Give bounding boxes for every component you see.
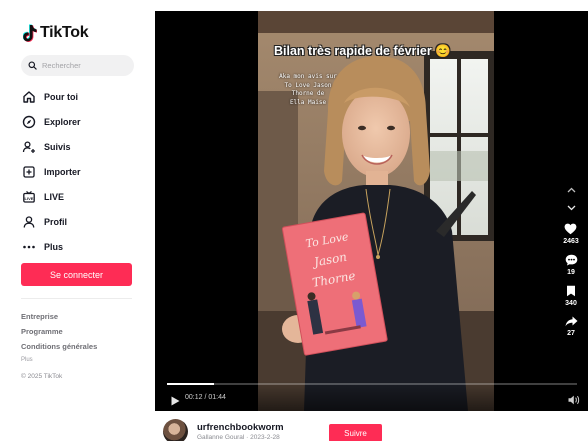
video-caption-title: Bilan très rapide de février 😊 — [274, 44, 451, 58]
upload-icon — [22, 165, 36, 179]
avatar[interactable] — [163, 419, 188, 441]
comment-button[interactable]: 19 — [565, 254, 578, 285]
nav-label: Explorer — [44, 116, 81, 127]
search-icon — [28, 61, 37, 70]
video-still: To Love Jason Thorne — [258, 11, 494, 411]
heart-icon — [565, 223, 577, 235]
tiktok-logo[interactable]: TikTok — [23, 24, 89, 42]
save-button[interactable]: 340 — [565, 285, 577, 316]
copyright-text: © 2025 TikTok — [21, 373, 63, 380]
share-arrow-icon — [565, 316, 577, 327]
login-button[interactable]: Se connecter — [21, 263, 132, 286]
nav-label: Pour toi — [44, 91, 78, 102]
author-details: urfrenchbookworm Gallanne Goural · 2023-… — [197, 422, 284, 441]
footer-link-program[interactable]: Programme — [21, 324, 97, 339]
brand-name: TikTok — [40, 24, 89, 41]
main-nav: Pour toi Explorer Suivis Importer LIVE L… — [22, 84, 142, 259]
previous-video-button[interactable] — [567, 187, 576, 193]
comment-icon — [565, 254, 577, 266]
nav-label: Profil — [44, 216, 68, 227]
home-icon — [22, 90, 36, 104]
chevron-up-icon — [567, 187, 575, 193]
like-count: 2463 — [563, 238, 579, 245]
search-box[interactable] — [21, 55, 134, 76]
tiktok-page: TikTok Pour toi Explorer Suivis Importer — [0, 0, 588, 441]
footer-links: Entreprise Programme Conditions générale… — [21, 309, 97, 384]
author-username[interactable]: urfrenchbookworm — [197, 422, 284, 433]
sidebar: TikTok Pour toi Explorer Suivis Importer — [0, 0, 155, 441]
speaker-icon — [568, 395, 580, 405]
progress-fill — [167, 383, 215, 385]
profile-icon — [22, 215, 36, 229]
share-button[interactable]: 27 — [565, 316, 578, 346]
video-frame[interactable]: To Love Jason Thorne Bilan très rapide d… — [258, 11, 494, 411]
compass-icon — [22, 115, 36, 129]
nav-label: LIVE — [44, 191, 65, 202]
chevron-down-icon — [567, 205, 575, 211]
play-button[interactable] — [171, 393, 180, 411]
like-button[interactable]: 2463 — [563, 223, 579, 254]
video-caption-subtitle: Aka mon avis sur To Love Jason Thorne de… — [279, 73, 337, 106]
nav-item-for-you[interactable]: Pour toi — [22, 84, 142, 109]
play-icon — [171, 396, 180, 406]
playback-time: 00:12 / 01:44 — [185, 394, 226, 401]
nav-label: Plus — [44, 241, 64, 252]
progress-bar[interactable] — [167, 383, 577, 385]
comment-count: 19 — [567, 269, 575, 276]
nav-label: Importer — [44, 166, 81, 177]
nav-item-profile[interactable]: Profil — [22, 209, 142, 234]
follow-button[interactable]: Suivre — [329, 424, 382, 441]
author-info: urfrenchbookworm Gallanne Goural · 2023-… — [163, 419, 284, 441]
author-meta: Gallanne Goural · 2023-2-28 — [197, 434, 280, 441]
nav-item-more[interactable]: Plus — [22, 234, 142, 259]
nav-item-explore[interactable]: Explorer — [22, 109, 142, 134]
player-controls: 00:12 / 01:44 — [155, 381, 588, 411]
live-tv-icon: LIVE — [22, 190, 36, 204]
search-input[interactable] — [42, 61, 127, 70]
footer-link-more[interactable]: Plus — [21, 354, 97, 367]
volume-button[interactable] — [568, 392, 580, 410]
next-video-button[interactable] — [567, 205, 576, 211]
sidebar-divider — [21, 298, 132, 299]
more-icon — [22, 240, 36, 254]
svg-text:LIVE: LIVE — [25, 195, 34, 200]
save-count: 340 — [565, 300, 577, 307]
nav-item-live[interactable]: LIVE LIVE — [22, 184, 142, 209]
nav-label: Suivis — [44, 141, 71, 152]
video-player[interactable]: To Love Jason Thorne Bilan très rapide d… — [155, 11, 588, 411]
nav-item-upload[interactable]: Importer — [22, 159, 142, 184]
tiktok-note-icon — [23, 24, 37, 42]
footer-link-terms[interactable]: Conditions générales — [21, 339, 97, 354]
nav-item-following[interactable]: Suivis — [22, 134, 142, 159]
user-follow-icon — [22, 140, 36, 154]
bookmark-icon — [567, 285, 575, 297]
footer-link-company[interactable]: Entreprise — [21, 309, 97, 324]
action-rail: 2463 19 340 27 — [559, 187, 583, 346]
share-count: 27 — [567, 330, 575, 337]
